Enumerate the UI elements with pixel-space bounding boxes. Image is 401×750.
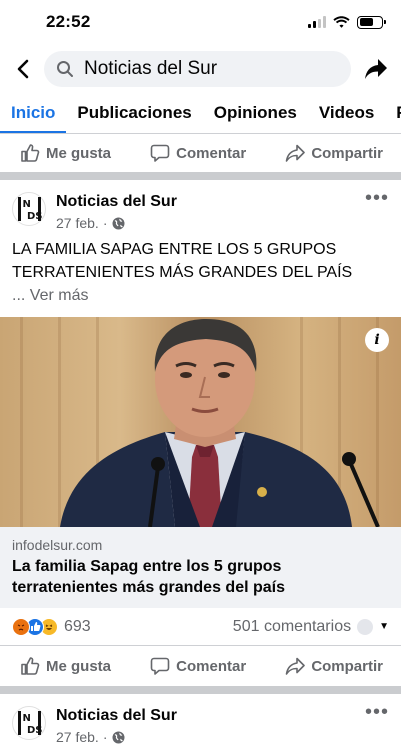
globe-icon	[112, 731, 124, 743]
share-button[interactable]: Compartir	[285, 656, 383, 676]
more-icon[interactable]: •••	[365, 702, 389, 722]
tab-publicaciones[interactable]: Publicaciones	[66, 103, 202, 133]
share-arrow-icon	[286, 144, 306, 162]
share-button[interactable]: Compartir	[285, 143, 383, 163]
viewer-avatar	[357, 618, 374, 635]
comment-label: Comentar	[176, 144, 247, 162]
feed-divider	[0, 172, 401, 180]
post: N DS Noticias del Sur 27 feb. · ••• LA F…	[0, 180, 401, 686]
search-query: Noticias del Sur	[84, 58, 218, 79]
comment-label: Comentar	[176, 657, 247, 675]
comment-button[interactable]: Comentar	[150, 143, 246, 163]
post-header: N DS Noticias del Sur 27 feb. · •••	[0, 694, 401, 750]
like-button[interactable]: Me gusta	[20, 143, 111, 163]
more-icon[interactable]: •••	[365, 188, 389, 208]
link-title: La familia Sapag entre los 5 grupos terr…	[12, 558, 285, 596]
comment-icon	[150, 657, 170, 675]
like-icon	[21, 144, 40, 162]
like-button[interactable]: Me gusta	[20, 656, 111, 676]
status-bar: 22:52	[0, 0, 401, 44]
post: N DS Noticias del Sur 27 feb. · •••	[0, 694, 401, 750]
page-tabs: Inicio Publicaciones Opiniones Videos Fo	[0, 94, 401, 134]
page-avatar[interactable]: N DS	[12, 706, 46, 740]
reaction-summary[interactable]: 693	[12, 617, 91, 636]
tab-videos[interactable]: Videos	[308, 103, 385, 133]
share-arrow-icon	[286, 657, 306, 675]
status-icons	[308, 15, 386, 29]
globe-icon	[112, 217, 124, 229]
chevron-down-icon: ▼	[379, 621, 389, 632]
tab-fotos[interactable]: Fo	[385, 103, 401, 133]
battery-icon	[357, 15, 386, 29]
angry-reaction-icon	[12, 617, 30, 636]
top-navigation: Noticias del Sur	[0, 44, 401, 94]
like-icon	[21, 657, 40, 675]
cellular-signal-icon	[308, 16, 326, 28]
like-label: Me gusta	[46, 144, 112, 162]
post-text: LA FAMILIA SAPAG ENTRE LOS 5 GRUPOS TERR…	[12, 241, 353, 281]
svg-text:N: N	[23, 713, 31, 724]
post-date[interactable]: 27 feb.	[56, 729, 99, 745]
comment-icon	[150, 144, 170, 162]
post-date[interactable]: 27 feb.	[56, 215, 99, 231]
comments-summary[interactable]: 501 comentarios ▼	[233, 618, 389, 636]
reaction-count: 693	[64, 617, 91, 635]
post-meta: 27 feb. ·	[56, 729, 177, 745]
like-label: Me gusta	[46, 657, 112, 675]
info-icon[interactable]: i	[365, 328, 389, 352]
action-row: Me gusta Comentar Compartir	[0, 646, 401, 686]
tab-opiniones[interactable]: Opiniones	[203, 103, 308, 133]
post-header: N DS Noticias del Sur 27 feb. · •••	[0, 180, 401, 238]
feed-divider	[0, 686, 401, 694]
search-icon	[57, 61, 73, 77]
back-icon[interactable]	[12, 58, 34, 80]
share-label: Compartir	[311, 657, 383, 675]
noticias-del-sur-logo: N DS	[18, 711, 42, 736]
tab-inicio[interactable]: Inicio	[0, 103, 67, 133]
search-input[interactable]: Noticias del Sur	[44, 51, 351, 87]
link-domain: infodelsur.com	[12, 537, 103, 553]
reactions-row: 693 501 comentarios ▼	[0, 608, 401, 646]
status-time: 22:52	[46, 12, 91, 31]
comment-button[interactable]: Comentar	[150, 656, 246, 676]
share-icon[interactable]	[361, 54, 391, 84]
comments-count: 501 comentarios	[232, 617, 352, 635]
page-name[interactable]: Noticias del Sur	[56, 706, 177, 726]
see-more-link[interactable]: ... Ver más	[0, 284, 401, 307]
noticias-del-sur-logo: N DS	[18, 197, 42, 222]
post-image[interactable]: i	[0, 317, 401, 527]
action-row-previous: Me gusta Comentar Compartir	[0, 134, 401, 172]
post-author-block: Noticias del Sur 27 feb. ·	[56, 706, 177, 745]
page-avatar[interactable]: N DS	[12, 192, 46, 226]
page-name[interactable]: Noticias del Sur	[56, 192, 177, 212]
wifi-icon	[333, 16, 350, 28]
post-author-block: Noticias del Sur 27 feb. ·	[56, 192, 177, 231]
link-preview[interactable]: infodelsur.com La familia Sapag entre lo…	[0, 527, 401, 608]
speaker-photo	[60, 319, 380, 527]
post-meta: 27 feb. ·	[56, 215, 177, 231]
share-label: Compartir	[311, 144, 383, 162]
meta-separator: ·	[102, 215, 108, 231]
svg-text:N: N	[23, 199, 31, 210]
meta-separator: ·	[102, 729, 108, 745]
